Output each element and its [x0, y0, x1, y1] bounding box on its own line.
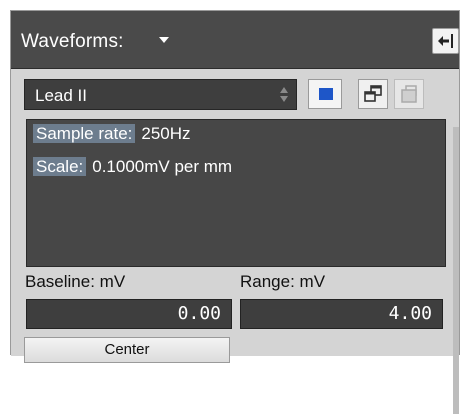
scale-value: 0.1000mV per mm — [92, 157, 233, 176]
back-button[interactable] — [432, 28, 459, 54]
center-button[interactable]: Center — [24, 337, 230, 363]
spin-up-icon — [280, 87, 288, 93]
stop-square-button[interactable] — [308, 79, 342, 109]
scale-row: Scale: 0.1000mV per mm — [33, 157, 232, 177]
disabled-window-button[interactable] — [394, 79, 424, 109]
lead-select[interactable]: Lead II — [24, 79, 297, 110]
stop-square-icon — [319, 88, 333, 100]
disabled-window-icon — [401, 85, 417, 103]
copy-button[interactable] — [358, 79, 388, 109]
waveform-info-box: Sample rate: 250Hz Scale: 0.1000mV per mm — [26, 119, 446, 267]
copy-windows-icon — [364, 85, 382, 102]
waveforms-panel: Waveforms: Lead II Sample rate: 250Hz Sc… — [10, 10, 460, 414]
panel-scrollbar[interactable] — [453, 127, 459, 414]
lead-select-value: Lead II — [35, 86, 87, 105]
chevron-down-icon[interactable] — [159, 37, 169, 43]
back-arrow-icon — [438, 34, 453, 48]
spin-down-icon — [280, 96, 288, 102]
panel-body: Lead II Sample rate: 250Hz Scale: 0.1000… — [11, 69, 459, 414]
range-label: Range: mV — [240, 272, 326, 291]
sample-rate-row: Sample rate: 250Hz — [33, 124, 191, 144]
sample-rate-value: 250Hz — [141, 124, 191, 143]
panel-titlebar: Waveforms: — [11, 11, 459, 69]
sample-rate-label: Sample rate: — [33, 124, 136, 143]
baseline-input[interactable]: 0.00 — [26, 299, 232, 329]
range-input[interactable]: 4.00 — [240, 299, 443, 329]
scale-label: Scale: — [33, 157, 87, 176]
panel-title[interactable]: Waveforms: — [21, 31, 124, 53]
baseline-label: Baseline: mV — [25, 272, 126, 291]
